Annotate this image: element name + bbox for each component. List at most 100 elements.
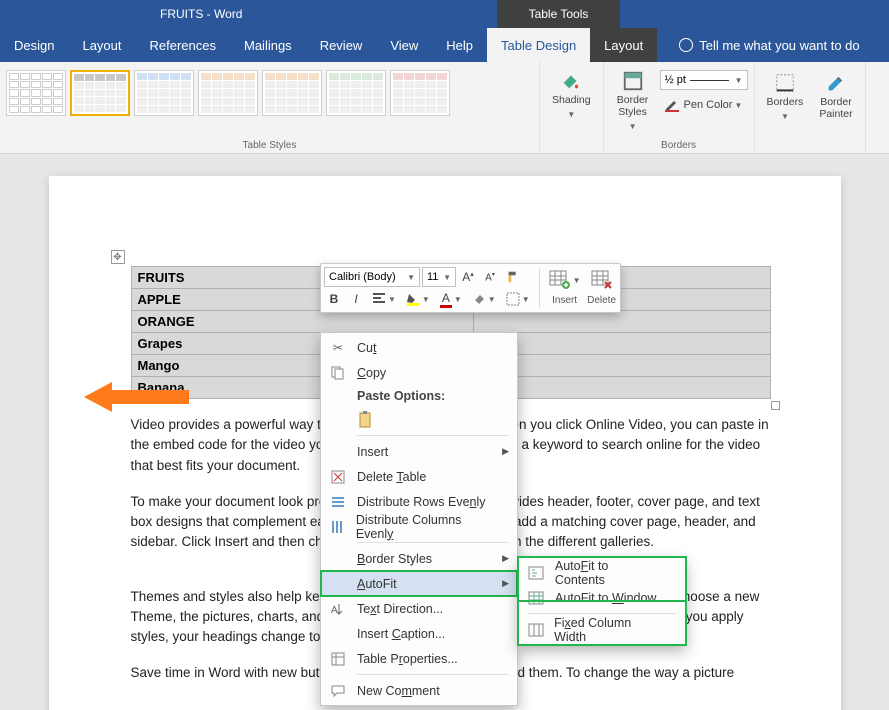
format-painter-button[interactable] (502, 267, 524, 287)
tab-help[interactable]: Help (432, 28, 487, 62)
table-style-plain[interactable] (6, 70, 66, 116)
pen-weight-value: ½ pt (665, 74, 686, 86)
context-menu: ✂ Cut Copy Paste Options: Insert ▶ Delet… (320, 332, 518, 706)
menu-table-properties[interactable]: Table Properties... (321, 646, 517, 671)
distribute-cols-icon (329, 518, 346, 536)
table-style-red[interactable] (390, 70, 450, 116)
table-style-gold[interactable] (262, 70, 322, 116)
italic-icon: I (354, 292, 357, 306)
pen-color-button[interactable]: Pen Color ▼ (660, 94, 748, 116)
table-style-green[interactable] (326, 70, 386, 116)
menu-delete-table-label: Delete (357, 470, 396, 484)
mini-toolbar: Calibri (Body)▼ 11▼ A▴ A▾ B I ▼ ▼ A▼ ▼ ▼… (320, 263, 621, 313)
table-resize-handle[interactable] (771, 401, 780, 410)
chevron-right-icon: ▶ (502, 446, 509, 457)
align-button[interactable]: ▼ (368, 289, 400, 309)
chevron-down-icon: ▼ (629, 122, 637, 131)
group-draw-borders: Borders ▼ Border Painter (755, 62, 866, 153)
tell-me-label: Tell me what you want to do (699, 38, 859, 53)
menu-paste-option[interactable] (321, 407, 517, 432)
menu-cut-label: Cu (357, 341, 373, 355)
insert-button[interactable]: ▼ (545, 267, 585, 293)
paste-options-header: Paste Options: (321, 385, 517, 407)
delete-label: Delete (587, 295, 616, 306)
submenu-fixed-width[interactable]: Fixed Column Width (519, 617, 685, 642)
font-family-value: Calibri (Body) (329, 271, 396, 283)
menu-distribute-rows[interactable]: Distribute Rows Evenly (321, 489, 517, 514)
bold-icon: B (330, 292, 339, 306)
table-style-orange[interactable] (198, 70, 258, 116)
chevron-down-icon: ▼ (454, 295, 462, 304)
ribbon: Table Styles Shading ▼ Border Styles ▼ ½… (0, 62, 889, 154)
tab-table-layout[interactable]: Layout (590, 28, 657, 62)
table-style-grid[interactable] (70, 70, 130, 116)
chevron-right-icon: ▶ (502, 578, 509, 589)
submenu-autofit-contents[interactable]: AutoFit to Contents (519, 560, 685, 585)
border-painter-button[interactable]: Border Painter (813, 68, 858, 124)
annotation-arrow (84, 378, 189, 416)
shading-button[interactable]: Shading ▼ (546, 66, 597, 123)
menu-text-direction[interactable]: A Text Direction... (321, 596, 517, 621)
tab-mailings[interactable]: Mailings (230, 28, 306, 62)
menu-autofit[interactable]: AutoFit ▶ (321, 571, 517, 596)
table-move-handle[interactable]: ✥ (111, 250, 125, 264)
bold-button[interactable]: B (324, 289, 344, 309)
shading-mini-button[interactable]: ▼ (468, 289, 500, 309)
border-styles-icon (622, 70, 644, 92)
highlight-button[interactable]: ▼ (402, 289, 434, 309)
font-color-icon: A (440, 291, 452, 308)
borders-btn-label: Borders (767, 96, 804, 108)
delete-table-icon (329, 468, 347, 486)
borders-mini-button[interactable]: ▼ (502, 289, 534, 309)
borders-button[interactable]: Borders ▼ (761, 68, 810, 125)
paint-bucket-icon (560, 70, 582, 92)
menu-insert-caption[interactable]: Insert Caption... (321, 621, 517, 646)
group-borders: Border Styles ▼ ½ pt ▼ Pen Color ▼ Borde… (604, 62, 755, 153)
cut-icon: ✂ (329, 339, 347, 357)
font-color-button[interactable]: A▼ (436, 289, 466, 309)
menu-copy[interactable]: Copy (321, 360, 517, 385)
tab-table-design[interactable]: Table Design (487, 28, 590, 62)
menu-distribute-columns[interactable]: Distribute Columns Evenly (321, 514, 517, 539)
delete-table-icon (591, 270, 613, 290)
menu-delete-table[interactable]: Delete Table (321, 464, 517, 489)
border-styles-label: Border Styles (617, 94, 649, 118)
menu-border-styles[interactable]: Border Styles ▶ (321, 546, 517, 571)
pen-weight-combo[interactable]: ½ pt ▼ (660, 70, 748, 90)
chevron-down-icon: ▼ (573, 276, 581, 285)
delete-button[interactable] (587, 267, 617, 293)
border-icon (506, 292, 520, 306)
tab-view[interactable]: View (376, 28, 432, 62)
submenu-autofit-window[interactable]: AutoFit to Window (519, 585, 685, 610)
align-icon (372, 292, 386, 306)
group-shading: Shading ▼ (540, 62, 604, 153)
autofit-contents-icon (527, 564, 545, 582)
menu-insert[interactable]: Insert ▶ (321, 439, 517, 464)
font-family-combo[interactable]: Calibri (Body)▼ (324, 267, 420, 287)
autofit-window-icon (527, 589, 545, 607)
cell[interactable]: ORANGE (131, 311, 473, 333)
tell-me-search[interactable]: Tell me what you want to do (665, 28, 873, 62)
grow-font-button[interactable]: A▴ (458, 267, 478, 287)
shading-label: Shading (552, 94, 591, 106)
table-style-blue[interactable] (134, 70, 194, 116)
italic-button[interactable]: I (346, 289, 366, 309)
tab-design[interactable]: Design (0, 28, 68, 62)
menu-cut[interactable]: ✂ Cut (321, 335, 517, 360)
border-styles-button[interactable]: Border Styles ▼ (610, 66, 656, 135)
cell[interactable] (473, 311, 770, 333)
pen-icon (664, 97, 680, 113)
distribute-rows-icon (329, 493, 347, 511)
shrink-font-button[interactable]: A▾ (480, 267, 500, 287)
bucket-icon (472, 292, 486, 306)
title-bar: FRUITS - Word Table Tools (0, 0, 889, 28)
tab-references[interactable]: References (136, 28, 230, 62)
tab-layout[interactable]: Layout (68, 28, 135, 62)
chevron-down-icon: ▼ (388, 295, 396, 304)
chevron-right-icon: ▶ (502, 553, 509, 564)
chevron-down-icon: ▼ (735, 76, 743, 85)
menu-new-comment[interactable]: New Comment (321, 678, 517, 703)
tab-review[interactable]: Review (306, 28, 377, 62)
font-size-combo[interactable]: 11▼ (422, 267, 456, 287)
table-row: ORANGE (131, 311, 770, 333)
